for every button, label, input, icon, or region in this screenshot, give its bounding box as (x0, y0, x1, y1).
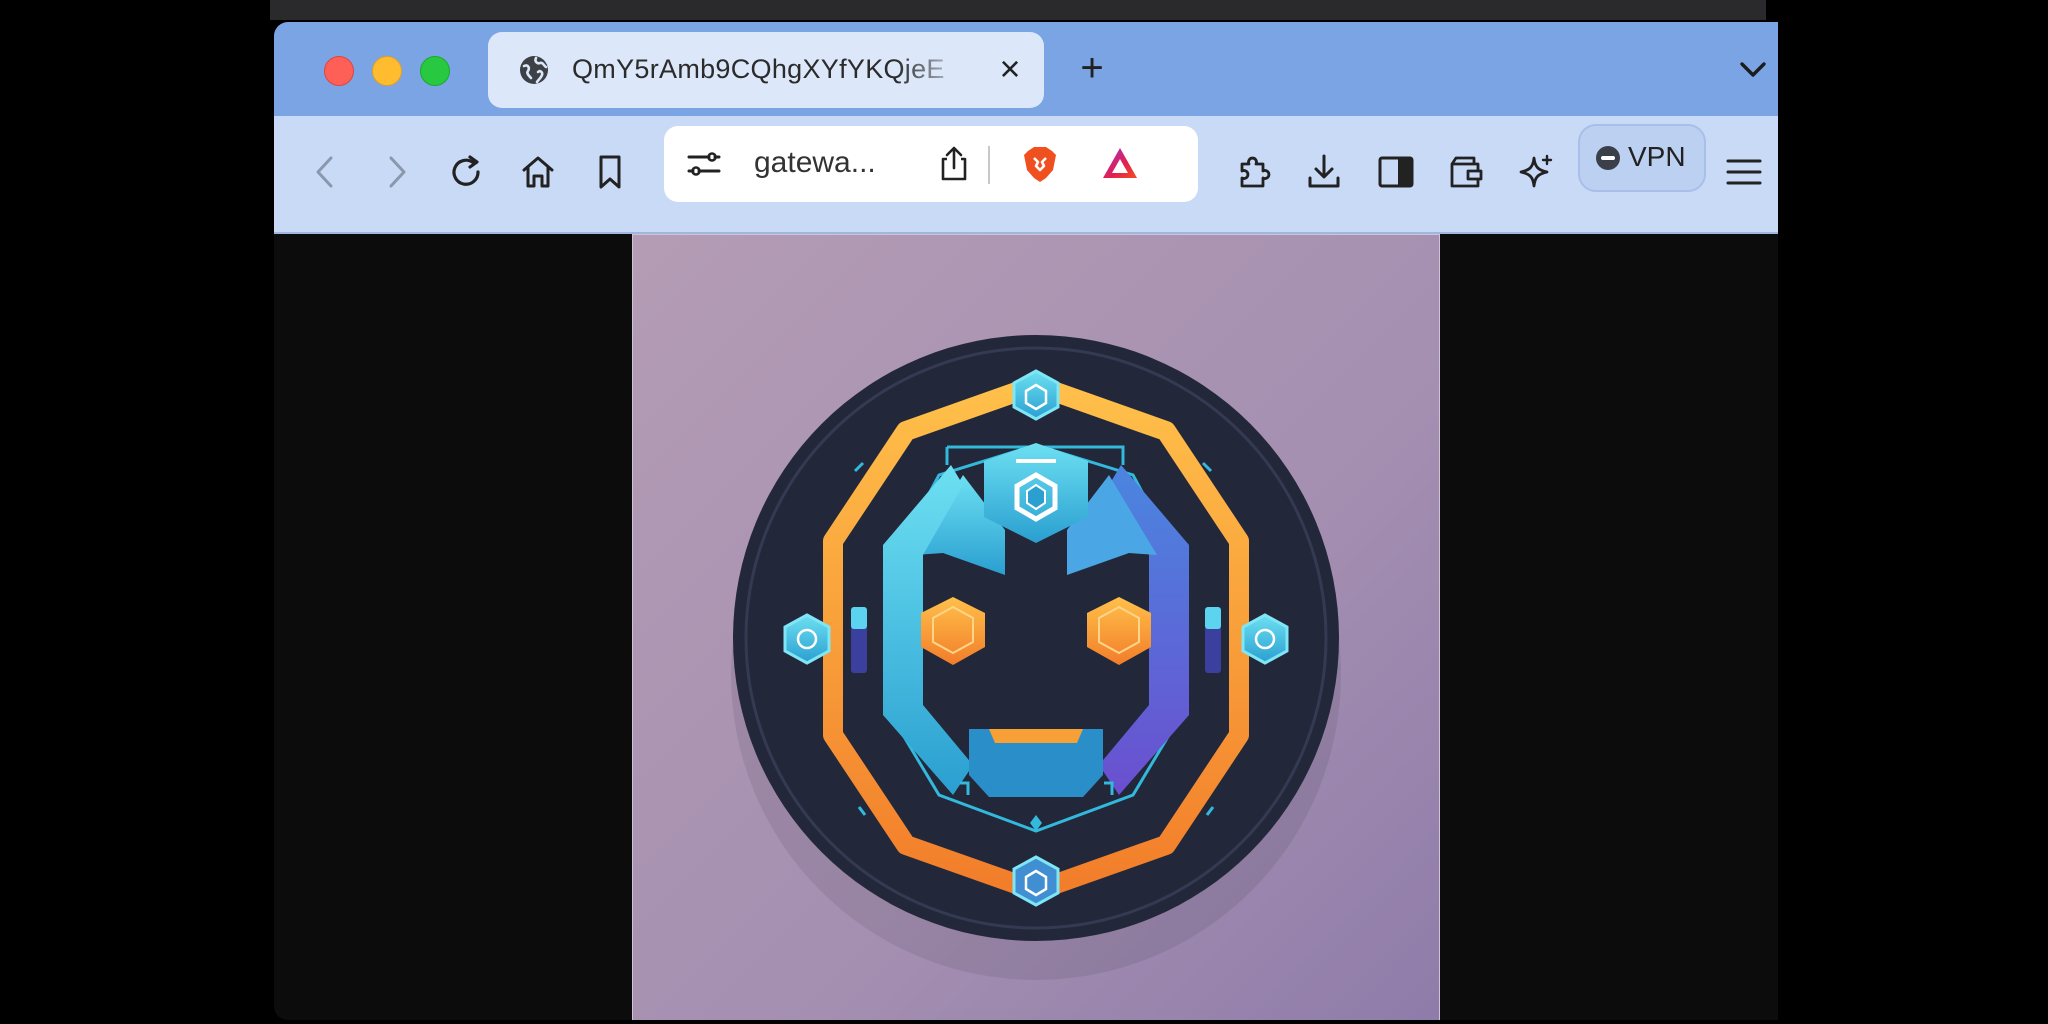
sidebar-toggle-button[interactable] (1376, 152, 1416, 192)
puzzle-icon (1234, 156, 1274, 196)
home-button[interactable] (518, 152, 558, 192)
tab-title: QmY5rAmb9CQhgXYfYKQjeE (572, 54, 945, 84)
address-bar-divider (988, 146, 990, 184)
browser-window: QmY5rAmb9CQhgXYfYKQjeE × + gatewa... VPN (274, 22, 1778, 1020)
tab-list-button[interactable] (1736, 56, 1770, 84)
main-menu-button[interactable] (1724, 152, 1764, 192)
wallet-button[interactable] (1446, 152, 1486, 192)
bookmark-icon (590, 155, 630, 196)
sparkle-icon (1516, 154, 1556, 196)
globe-icon (518, 54, 550, 86)
rewards-triangle-icon[interactable] (1100, 144, 1140, 184)
leo-ai-button[interactable] (1516, 152, 1556, 192)
vpn-status-icon (1596, 146, 1620, 170)
tab-strip: QmY5rAmb9CQhgXYfYKQjeE × + (274, 22, 1778, 116)
page-content (274, 234, 1778, 1020)
download-icon (1304, 154, 1344, 196)
downloads-button[interactable] (1304, 152, 1344, 192)
address-bar[interactable]: gatewa... (664, 126, 1198, 202)
vpn-button[interactable]: VPN (1578, 124, 1706, 192)
address-url-text[interactable]: gatewa... (754, 146, 914, 186)
forward-button[interactable] (376, 152, 416, 192)
navigation-toolbar: gatewa... VPN (274, 116, 1778, 234)
wallet-icon (1446, 156, 1486, 196)
tab-close-button[interactable]: × (992, 51, 1028, 88)
active-tab[interactable]: QmY5rAmb9CQhgXYfYKQjeE × (488, 32, 1044, 108)
desktop-background (1779, 0, 2048, 1024)
chevron-right-icon (376, 156, 416, 196)
robot-emblem-image (632, 234, 1440, 1020)
brave-lion-icon[interactable] (1020, 144, 1060, 184)
chevron-left-icon (306, 156, 346, 196)
share-icon[interactable] (934, 144, 974, 184)
new-tab-button[interactable]: + (1070, 48, 1114, 92)
reload-button[interactable] (446, 152, 486, 192)
extensions-button[interactable] (1234, 152, 1274, 192)
hamburger-icon (1724, 159, 1764, 196)
home-icon (518, 156, 558, 196)
zoom-window-button[interactable] (420, 56, 450, 86)
chevron-down-icon (1736, 62, 1770, 88)
reload-icon (446, 155, 486, 196)
vpn-label: VPN (1628, 141, 1686, 172)
bookmark-button[interactable] (590, 152, 630, 192)
background-window-edge (270, 0, 1766, 20)
minimize-window-button[interactable] (372, 56, 402, 86)
sidebar-icon (1376, 156, 1416, 196)
back-button[interactable] (306, 152, 346, 192)
sliders-icon[interactable] (684, 144, 724, 184)
close-window-button[interactable] (324, 56, 354, 86)
